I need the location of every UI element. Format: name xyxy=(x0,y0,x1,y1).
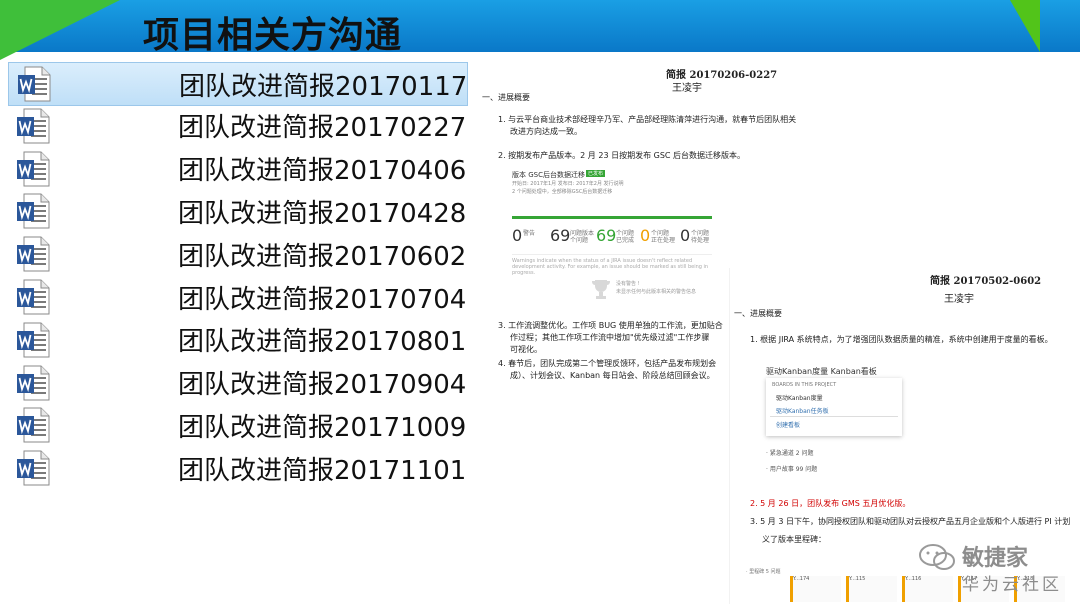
release-warning-text: Warnings indicate when the status of a J… xyxy=(512,258,709,276)
release-stat-label: 个问题 已完成 xyxy=(616,230,635,244)
slide-title: 项目相关方沟通 xyxy=(143,15,403,56)
board-item-2[interactable]: 驱动Kanban任务板 xyxy=(776,406,829,415)
file-name: 团队改进简报20170227 xyxy=(178,113,467,144)
file-name: 团队改进简报20170117 xyxy=(179,71,468,102)
file-name: 团队改进简报20170602 xyxy=(178,241,467,272)
file-item[interactable]: 团队改进简报20170602 xyxy=(8,233,466,275)
board-divider xyxy=(770,416,898,417)
release-stat-value: 0 xyxy=(512,226,523,245)
release-stat-label: 警告 xyxy=(523,230,536,237)
word-doc-icon xyxy=(17,450,50,486)
doc1-item1-line2: 改进方向达成一致。 xyxy=(510,127,582,136)
file-item[interactable]: 团队改进简报20170704 xyxy=(8,276,466,318)
word-doc-icon xyxy=(17,407,50,443)
release-stat-value: 69 xyxy=(550,226,571,245)
file-name: 团队改进简报20171009 xyxy=(178,412,467,443)
doc1-item3-line2: 作过程；其他工作项工作流中增加"优先级过滤"工作步骤 xyxy=(510,333,710,342)
word-doc-icon xyxy=(17,279,50,315)
release-stat-value: 0 xyxy=(680,226,691,245)
watermark-name: 敏捷家 xyxy=(962,546,1029,571)
doc2-item1: 1. 根据 JIRA 系统特点，为了增强团队数据质量的精准，系统中创建用于度量的… xyxy=(750,335,1053,344)
file-item[interactable]: 团队改进简报20170117 xyxy=(8,62,468,106)
file-item[interactable]: 团队改进简报20170227 xyxy=(8,105,466,147)
word-doc-icon xyxy=(17,236,50,272)
word-doc-icon xyxy=(17,193,50,229)
doc1-item3-line1: 3. 工作流调整优化。工作项 BUG 使用单独的工作流，更加贴合 xyxy=(498,321,723,330)
board-item-1[interactable]: 驱动Kanban度量 xyxy=(776,393,823,402)
release-progress-bar xyxy=(512,216,712,219)
release-stat-label: 个问题 正在处理 xyxy=(651,230,676,244)
boards-header: BOARDS IN THIS PROJECT xyxy=(772,382,837,388)
banner-green-corner xyxy=(0,0,120,60)
word-doc-icon xyxy=(17,322,50,358)
banner-green-stripe xyxy=(1010,0,1040,52)
doc2-title: 简报 20170502-0602 xyxy=(930,276,1042,287)
release-stat-label: 问题版本 个问题 xyxy=(570,230,595,244)
doc1-item2: 2. 按期发布产品版本。2 月 23 日按期发布 GSC 后台数据迁移版本。 xyxy=(498,151,746,160)
watermark: 敏捷家 华为云社区 xyxy=(918,540,1078,600)
doc2-section: 一、进展概要 xyxy=(734,309,782,318)
word-doc-icon xyxy=(18,66,51,102)
doc1-item4-line2: 成）、计划会议、Kanban 每日站会、阶段总结回顾会议。 xyxy=(510,371,715,380)
milestone-label: · 里程碑 5 问题 xyxy=(746,569,781,575)
board-dropdown: BOARDS IN THIS PROJECT 驱动Kanban度量 驱动Kanb… xyxy=(766,378,902,436)
doc2-item3-line2: 义了版本里程碑： xyxy=(762,535,826,544)
doc1-item3-line3: 可视化。 xyxy=(510,345,542,354)
release-card: 版本 GSC后台数据迁移 已发布 开始日: 2017年1月 发布日: 2017年… xyxy=(512,170,716,310)
file-item[interactable]: 团队改进简报20171009 xyxy=(8,404,466,446)
doc2-item2: 2. 5 月 26 日，团队发布 GMS 五月优化版。 xyxy=(750,499,911,508)
release-card-note: 2 个问题处理中，全部移除GSC后台数据迁移 xyxy=(512,189,613,195)
file-name: 团队改进简报20170704 xyxy=(178,284,467,315)
trophy-icon xyxy=(590,278,612,300)
board-title: 驱动Kanban度量 Kanban看板 xyxy=(766,367,877,376)
milestone-chip[interactable]: Y...115 xyxy=(846,576,897,602)
release-stat-value: 0 xyxy=(640,226,651,245)
doc1-author: 王凌宇 xyxy=(672,83,702,94)
release-badge: 已发布 xyxy=(586,170,606,177)
doc2-item3-line1: 3. 5 月 3 日下午，协同授权团队和驱动团队对云授权产品五月企业版和个人版进… xyxy=(750,517,1071,526)
file-name: 团队改进简报20171101 xyxy=(178,455,467,486)
release-stat-label: 个问题 待处理 xyxy=(691,230,710,244)
release-card-title: 版本 GSC后台数据迁移 xyxy=(512,171,585,179)
word-doc-icon xyxy=(17,151,50,187)
release-divider xyxy=(512,254,712,255)
file-name: 团队改进简报20170406 xyxy=(178,156,467,187)
board-list-2: · 用户故事 99 问题 xyxy=(766,466,818,473)
release-empty: 没有警告 ! xyxy=(616,281,640,287)
doc1-item4-line1: 4. 春节后，团队完成第二个管理反馈环，包括产品发布规划会 xyxy=(498,359,717,368)
doc2-author: 王凌宇 xyxy=(944,294,974,305)
board-create[interactable]: 创建看板 xyxy=(776,420,800,429)
file-item[interactable]: 团队改进简报20170428 xyxy=(8,190,466,232)
wechat-icon xyxy=(919,544,955,570)
file-item[interactable]: 团队改进简报20170801 xyxy=(8,319,466,361)
file-name: 团队改进简报20170904 xyxy=(178,370,467,401)
milestone-chip[interactable]: Y...174 xyxy=(790,576,841,602)
doc1-item1-line1: 1. 与云平台商业技术部经理辛乃军、产品部经理陈清萍进行沟通，就春节后团队相关 xyxy=(498,115,797,124)
file-item[interactable]: 团队改进简报20171101 xyxy=(8,447,466,489)
file-item[interactable]: 团队改进简报20170406 xyxy=(8,148,466,190)
release-empty-sub: 未显示任何与此版本相关的警告信息 xyxy=(616,289,697,295)
release-stat-value: 69 xyxy=(596,226,617,245)
release-card-meta: 开始日: 2017年1月 发布日: 2017年2月 发行说明 xyxy=(512,181,624,187)
file-name: 团队改进简报20170428 xyxy=(178,198,467,229)
word-doc-icon xyxy=(17,108,50,144)
word-doc-icon xyxy=(17,365,50,401)
file-item[interactable]: 团队改进简报20170904 xyxy=(8,362,466,404)
watermark-sub: 华为云社区 xyxy=(962,575,1062,595)
doc1-section: 一、进展概要 xyxy=(482,93,530,102)
file-name: 团队改进简报20170801 xyxy=(178,327,467,358)
board-list-1: · 紧急通道 2 问题 xyxy=(766,450,814,457)
slide-banner: 项目相关方沟通 xyxy=(0,0,1080,60)
